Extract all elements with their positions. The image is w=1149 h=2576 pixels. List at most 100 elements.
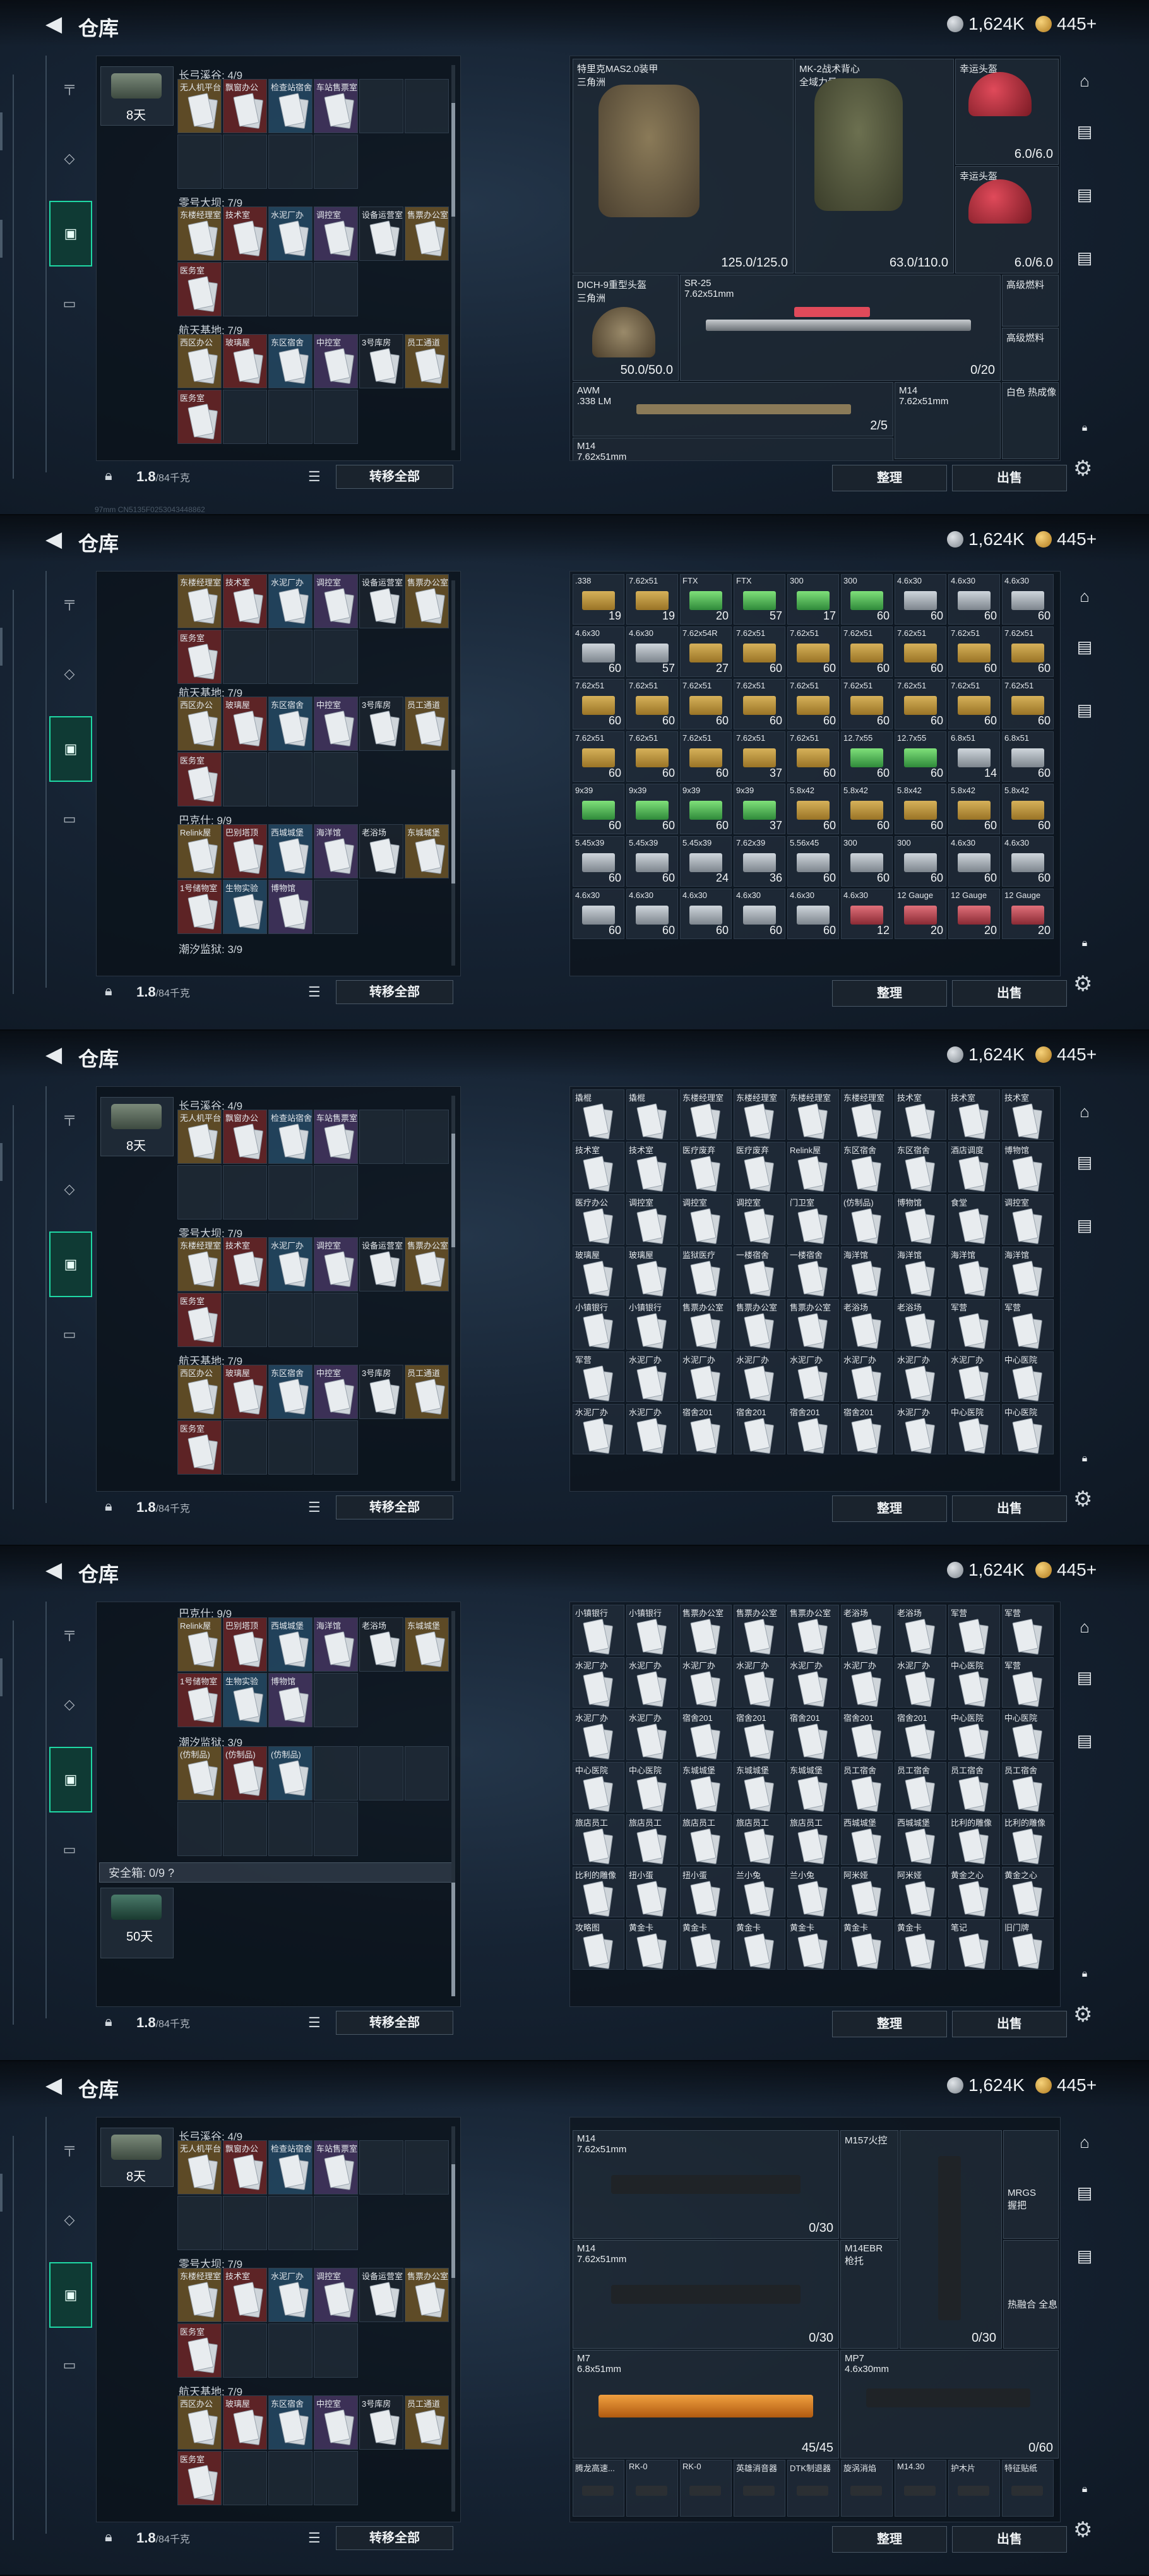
- stash-item-slot[interactable]: 水泥厂办: [573, 1404, 624, 1454]
- stash-item-slot[interactable]: 小镇银行: [626, 1299, 678, 1350]
- stash-home-icon[interactable]: ⌂: [1071, 1613, 1098, 1641]
- stash-item-slot[interactable]: 水泥厂办: [626, 1351, 678, 1402]
- rail-tab[interactable]: [0, 1143, 3, 1181]
- stash-item-slot[interactable]: 中心医院: [626, 1762, 678, 1812]
- stash-item-slot[interactable]: 水泥厂办: [895, 1404, 946, 1454]
- empty-slot[interactable]: [268, 2451, 313, 2505]
- empty-slot[interactable]: [405, 79, 449, 133]
- keycard-slot[interactable]: 中控室: [314, 697, 358, 751]
- gun-icon[interactable]: ╤: [58, 1109, 81, 1128]
- gun-icon[interactable]: ╤: [58, 1624, 81, 1643]
- ammo-slot[interactable]: 5.45x39 60: [573, 836, 624, 887]
- empty-slot[interactable]: [268, 1293, 313, 1347]
- ammo-slot[interactable]: 7.62x51 60: [680, 679, 732, 729]
- empty-slot[interactable]: [223, 752, 267, 806]
- empty-slot[interactable]: [314, 2323, 358, 2378]
- stash-item-slot[interactable]: 东城城堡: [680, 1762, 732, 1812]
- empty-slot[interactable]: [314, 135, 358, 189]
- keycard-slot[interactable]: 3号库房: [359, 697, 403, 751]
- ammo-slot[interactable]: 9x39 60: [626, 784, 678, 834]
- stash-item-slot[interactable]: 宿舍201: [841, 1404, 893, 1454]
- empty-slot[interactable]: [223, 1293, 267, 1347]
- stash-item-slot[interactable]: Relink屋: [787, 1142, 839, 1192]
- empty-slot[interactable]: [359, 1110, 403, 1164]
- stash-tab-icon[interactable]: ▤: [1071, 2242, 1098, 2270]
- stash-item-slot[interactable]: 水泥厂办: [787, 1657, 839, 1708]
- ammo-slot[interactable]: 7.62x51 60: [787, 731, 839, 782]
- ammo-slot[interactable]: 4.6x30 60: [787, 889, 839, 939]
- stash-item-slot[interactable]: 东城城堡: [787, 1762, 839, 1812]
- keycard-slot[interactable]: 飘窗办公: [223, 79, 267, 133]
- fuel-slot[interactable]: 高级燃料: [1002, 328, 1059, 381]
- list-icon[interactable]: ☰: [308, 1499, 321, 1516]
- stash-item-slot[interactable]: 西城城堡: [895, 1814, 946, 1865]
- stash-item-slot[interactable]: 一楼宿舍: [734, 1247, 785, 1297]
- ammo-slot[interactable]: 9x39 60: [573, 784, 624, 834]
- stash-item-slot[interactable]: 技术室: [948, 1089, 1000, 1140]
- ammo-slot[interactable]: .338 19: [573, 574, 624, 625]
- empty-slot[interactable]: [177, 135, 222, 189]
- weapon-slot[interactable]: M7 6.8x51mm 45/45: [573, 2350, 839, 2459]
- empty-slot[interactable]: [314, 1802, 358, 1856]
- keycard-slot[interactable]: 东区宿舍: [268, 1365, 313, 1419]
- ammo-slot[interactable]: 300 60: [895, 836, 946, 887]
- empty-slot[interactable]: [223, 390, 267, 444]
- empty-slot[interactable]: [223, 2451, 267, 2505]
- stash-item-slot[interactable]: 售票办公室: [787, 1605, 839, 1655]
- gold-currency[interactable]: 445+: [1035, 1560, 1097, 1580]
- attachment-slot[interactable]: RK-0: [680, 2460, 732, 2517]
- keycard-slot[interactable]: 售票办公室: [405, 574, 449, 628]
- empty-slot[interactable]: [314, 1746, 358, 1800]
- keycard-slot[interactable]: 调控室: [314, 207, 358, 261]
- stash-tab-icon[interactable]: ▤: [1071, 1727, 1098, 1754]
- ammo-slot[interactable]: 7.62x51 60: [626, 679, 678, 729]
- keycard-slot[interactable]: 调控室: [314, 2268, 358, 2322]
- stash-item-slot[interactable]: 老浴场: [895, 1299, 946, 1350]
- helmet-slot[interactable]: DICH-9重型头盔 三角洲 50.0/50.0: [573, 275, 679, 381]
- gun-icon[interactable]: ╤: [58, 78, 81, 97]
- weapon-slot[interactable]: 0/30: [900, 2130, 1002, 2349]
- keycard-slot[interactable]: 水泥厂办: [268, 207, 313, 261]
- list-icon[interactable]: ☰: [308, 469, 321, 485]
- lock-icon[interactable]: 🔒︎: [105, 2013, 112, 2030]
- ammo-slot[interactable]: 4.6x30 60: [895, 574, 946, 625]
- empty-slot[interactable]: [223, 1165, 267, 1219]
- keycard-slot[interactable]: 生物实验: [223, 880, 267, 934]
- stash-item-slot[interactable]: 售票办公室: [734, 1605, 785, 1655]
- attachment-slot[interactable]: M14.30: [895, 2460, 946, 2517]
- sort-button[interactable]: 整理: [832, 2526, 947, 2553]
- ammo-slot[interactable]: 5.8x42 60: [948, 784, 1000, 834]
- empty-slot[interactable]: [314, 1420, 358, 1475]
- scroll-thumb[interactable]: [451, 2164, 455, 2278]
- stash-tab-icon[interactable]: ▤: [1071, 244, 1098, 272]
- gun-icon[interactable]: ╤: [58, 594, 81, 613]
- stash-item-slot[interactable]: 旅店员工: [573, 1814, 624, 1865]
- gold-currency[interactable]: 445+: [1035, 529, 1097, 549]
- keycard-slot[interactable]: 西区办公: [177, 1365, 222, 1419]
- stash-item-slot[interactable]: 东区宿舍: [841, 1142, 893, 1192]
- stash-item-slot[interactable]: 撬棍: [626, 1089, 678, 1140]
- stash-item-slot[interactable]: 宿舍201: [680, 1710, 732, 1760]
- keycard-slot[interactable]: 医务室: [177, 390, 222, 444]
- backpack-icon[interactable]: ▣: [49, 2262, 92, 2328]
- empty-slot[interactable]: [268, 2196, 313, 2250]
- keycard-slot[interactable]: 1号储物室: [177, 880, 222, 934]
- empty-slot[interactable]: [177, 2196, 222, 2250]
- empty-slot[interactable]: [405, 1746, 449, 1800]
- briefcase-icon[interactable]: ▭: [58, 1842, 81, 1860]
- back-icon[interactable]: ◀: [45, 1042, 62, 1067]
- ammo-slot[interactable]: 12.7x55 60: [841, 731, 893, 782]
- ammo-slot[interactable]: 5.56x45 60: [787, 836, 839, 887]
- ammo-slot[interactable]: 4.6x30 57: [626, 626, 678, 677]
- stash-item-slot[interactable]: 西城城堡: [841, 1814, 893, 1865]
- stash-item-slot[interactable]: 玻璃屋: [626, 1247, 678, 1297]
- keycard-slot[interactable]: 东城城堡: [405, 824, 449, 878]
- stash-item-slot[interactable]: 比利的雕像: [948, 1814, 1000, 1865]
- ammo-slot[interactable]: FTX 57: [734, 574, 785, 625]
- stash-item-slot[interactable]: 中心医院: [948, 1710, 1000, 1760]
- gold-currency[interactable]: 445+: [1035, 1045, 1097, 1065]
- keycard-slot[interactable]: 东区宿舍: [268, 2395, 313, 2450]
- keycard-slot[interactable]: 西城城堡: [268, 1617, 313, 1672]
- weapon-slot[interactable]: MP7 4.6x30mm 0/60: [840, 2350, 1059, 2459]
- list-icon[interactable]: ☰: [308, 2015, 321, 2031]
